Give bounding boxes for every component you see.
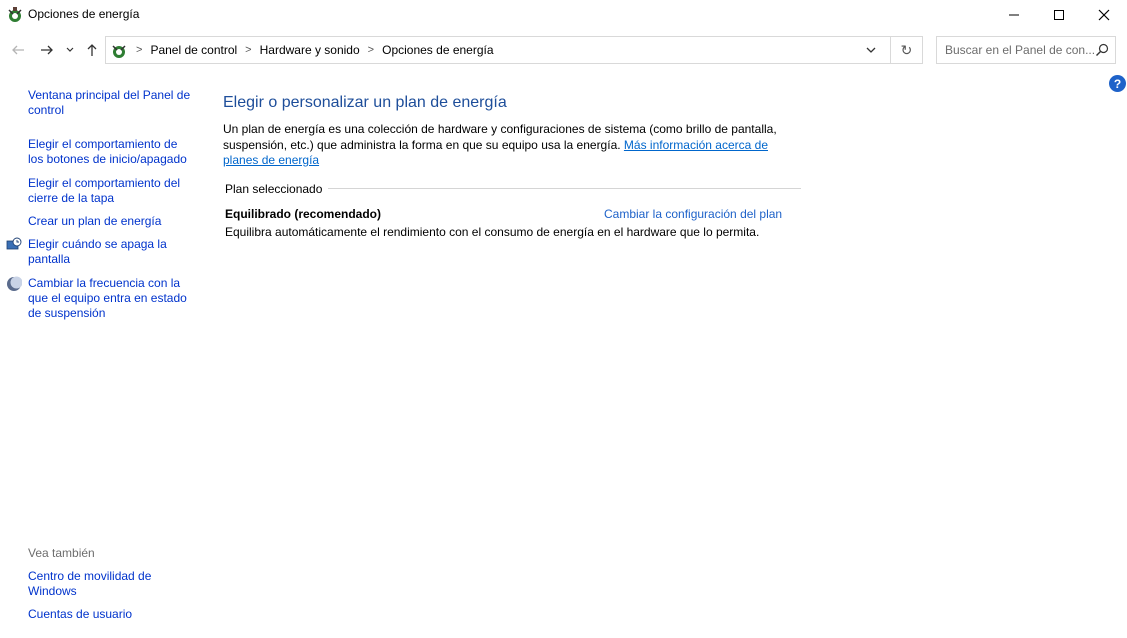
refresh-icon: ↻ bbox=[900, 41, 913, 58]
page-title: Elegir o personalizar un plan de energía bbox=[223, 94, 507, 111]
page-description: Un plan de energía es una colección de h… bbox=[223, 122, 805, 169]
sidebar-link-control-panel-home[interactable]: Ventana principal del Panel de control bbox=[28, 88, 193, 118]
display-timer-icon bbox=[6, 237, 22, 253]
sidebar-link-sleep-frequency[interactable]: Cambiar la frecuencia con la que el equi… bbox=[28, 276, 193, 321]
breadcrumb: > Panel de control > Hardware y sonido >… bbox=[130, 37, 494, 63]
navigation-bar: > Panel de control > Hardware y sonido >… bbox=[0, 36, 1127, 66]
breadcrumb-hardware-sound[interactable]: Hardware y sonido bbox=[260, 43, 360, 57]
control-panel-icon bbox=[110, 42, 128, 60]
breadcrumb-control-panel[interactable]: Panel de control bbox=[150, 43, 237, 57]
title-bar: Opciones de energía bbox=[0, 0, 1127, 31]
up-button[interactable] bbox=[83, 41, 101, 59]
see-also-user-accounts[interactable]: Cuentas de usuario bbox=[28, 607, 193, 622]
recent-locations-button[interactable] bbox=[63, 41, 77, 59]
minimize-icon bbox=[1009, 14, 1019, 16]
maximize-button[interactable] bbox=[1036, 0, 1082, 30]
back-button[interactable] bbox=[9, 41, 27, 59]
search-box[interactable] bbox=[936, 36, 1116, 64]
breadcrumb-separator: > bbox=[136, 44, 143, 56]
power-options-icon bbox=[6, 6, 24, 24]
change-plan-settings-link[interactable]: Cambiar la configuración del plan bbox=[604, 207, 782, 221]
see-also-label: Vea también bbox=[28, 546, 95, 560]
sidebar-link-display-off[interactable]: Elegir cuándo se apaga la pantalla bbox=[28, 237, 193, 267]
refresh-button[interactable]: ↻ bbox=[891, 37, 922, 63]
plan-description: Equilibra automáticamente el rendimiento… bbox=[225, 225, 760, 239]
arrow-left-icon bbox=[12, 45, 24, 55]
breadcrumb-separator: > bbox=[367, 44, 375, 56]
minimize-button[interactable] bbox=[991, 0, 1037, 30]
sleep-moon-icon bbox=[6, 276, 23, 292]
arrow-right-icon bbox=[41, 45, 53, 55]
close-icon bbox=[1098, 9, 1110, 21]
chevron-down-icon bbox=[66, 47, 74, 52]
breadcrumb-separator: > bbox=[245, 44, 252, 56]
sidebar-link-create-plan[interactable]: Crear un plan de energía bbox=[28, 214, 193, 229]
forward-button[interactable] bbox=[38, 41, 56, 59]
breadcrumb-power-options[interactable]: Opciones de energía bbox=[382, 43, 493, 57]
plan-group-label: Plan seleccionado bbox=[225, 182, 329, 196]
maximize-icon bbox=[1054, 10, 1064, 20]
help-icon: ? bbox=[1113, 76, 1122, 91]
search-input[interactable] bbox=[937, 37, 1095, 63]
window-title: Opciones de energía bbox=[28, 7, 140, 21]
chevron-down-icon bbox=[866, 47, 876, 53]
address-bar[interactable]: > Panel de control > Hardware y sonido >… bbox=[105, 36, 923, 64]
address-dropdown-button[interactable] bbox=[858, 37, 884, 63]
close-button[interactable] bbox=[1081, 0, 1127, 30]
help-button[interactable]: ? bbox=[1109, 75, 1126, 92]
plan-name: Equilibrado (recomendado) bbox=[225, 207, 382, 221]
arrow-up-icon bbox=[87, 44, 97, 56]
sidebar-link-power-buttons[interactable]: Elegir el comportamiento de los botones … bbox=[28, 137, 193, 167]
search-icon[interactable] bbox=[1095, 43, 1109, 57]
sidebar-link-lid-behavior[interactable]: Elegir el comportamiento del cierre de l… bbox=[28, 176, 193, 206]
see-also-mobility-center[interactable]: Centro de movilidad de Windows bbox=[28, 569, 193, 599]
